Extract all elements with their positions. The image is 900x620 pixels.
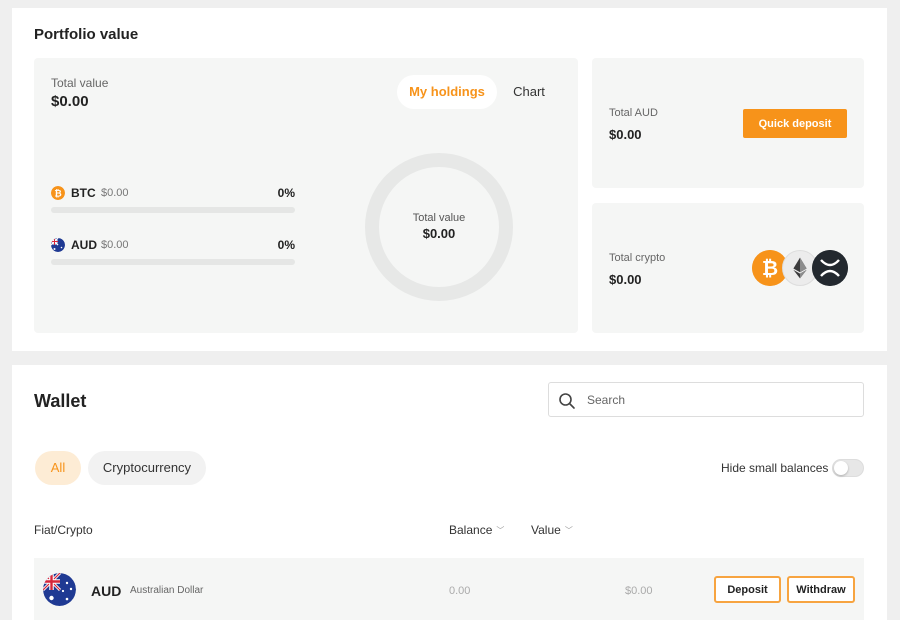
holding-row-aud: AUD $0.00 0% xyxy=(51,238,295,278)
svg-text:₿: ₿ xyxy=(54,189,61,200)
filter-cryptocurrency[interactable]: Cryptocurrency xyxy=(88,451,206,485)
holdings-panel: Total value $0.00 My holdings Chart ₿ BT… xyxy=(34,58,578,333)
holding-row-btc: ₿ BTC $0.00 0% xyxy=(51,186,295,226)
total-crypto-panel: Total crypto $0.00 ₿ xyxy=(592,203,864,333)
toggle-knob xyxy=(834,461,848,475)
withdraw-button[interactable]: Withdraw xyxy=(787,576,855,603)
deposit-button[interactable]: Deposit xyxy=(714,576,781,603)
asset-name: Australian Dollar xyxy=(130,585,204,596)
column-header-asset: Fiat/Crypto xyxy=(34,523,93,537)
chevron-down-icon: ﹀ xyxy=(564,526,573,535)
asset-code: AUD xyxy=(91,583,122,599)
search-icon xyxy=(559,393,575,409)
australia-flag-icon xyxy=(51,238,65,252)
svg-text:₿: ₿ xyxy=(762,256,778,280)
portfolio-title: Portfolio value xyxy=(34,26,139,43)
tab-chart[interactable]: Chart xyxy=(497,75,561,109)
search-input[interactable] xyxy=(587,390,847,410)
column-header-balance[interactable]: Balance ﹀ xyxy=(449,523,504,537)
donut-center-label: Total value xyxy=(412,212,466,224)
column-header-asset-label: Fiat/Crypto xyxy=(34,523,93,537)
column-header-value[interactable]: Value ﹀ xyxy=(531,523,573,537)
total-value-amount: $0.00 xyxy=(51,93,89,110)
bitcoin-icon: ₿ xyxy=(51,186,65,200)
xrp-icon xyxy=(812,250,848,286)
wallet-card: Wallet All Cryptocurrency Hide small bal… xyxy=(12,365,887,620)
total-aud-panel: Total AUD $0.00 Quick deposit xyxy=(592,58,864,188)
column-header-value-label: Value xyxy=(531,523,561,537)
holding-amount: $0.00 xyxy=(101,187,129,199)
table-row: AUD Australian Dollar 0.00 $0.00 Deposit… xyxy=(34,558,864,620)
filter-all[interactable]: All xyxy=(35,451,81,485)
asset-value: $0.00 xyxy=(625,585,653,597)
holding-progress-bar xyxy=(51,259,295,265)
total-crypto-label: Total crypto xyxy=(609,252,666,264)
total-crypto-value: $0.00 xyxy=(609,272,642,287)
hide-small-balances-label: Hide small balances xyxy=(721,461,829,475)
tab-my-holdings[interactable]: My holdings xyxy=(397,75,497,109)
quick-deposit-button[interactable]: Quick deposit xyxy=(743,109,847,138)
total-aud-label: Total AUD xyxy=(609,107,658,119)
wallet-title: Wallet xyxy=(34,391,87,411)
holding-percent: 0% xyxy=(277,186,295,200)
view-toggle: My holdings Chart xyxy=(397,75,567,109)
holding-code: AUD xyxy=(71,238,97,252)
portfolio-card: Portfolio value Total value $0.00 My hol… xyxy=(12,8,887,351)
holding-progress-bar xyxy=(51,207,295,213)
holding-percent: 0% xyxy=(277,238,295,252)
hide-small-balances-toggle[interactable] xyxy=(832,459,864,477)
total-value-label: Total value xyxy=(51,76,109,90)
holding-code: BTC xyxy=(71,186,96,200)
search-box[interactable] xyxy=(548,382,864,417)
asset-balance: 0.00 xyxy=(449,585,471,597)
donut-center-value: $0.00 xyxy=(422,226,456,241)
total-aud-value: $0.00 xyxy=(609,127,642,142)
holding-amount: $0.00 xyxy=(101,239,129,251)
australia-flag-icon xyxy=(43,573,76,606)
column-header-balance-label: Balance xyxy=(449,523,493,537)
chevron-down-icon: ﹀ xyxy=(496,526,505,535)
